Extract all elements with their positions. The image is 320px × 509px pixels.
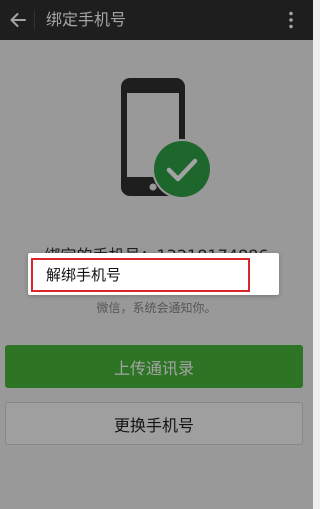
- unbind-phone-menu-item[interactable]: 解绑手机号: [31, 258, 250, 292]
- popup-menu: 解绑手机号: [28, 253, 279, 295]
